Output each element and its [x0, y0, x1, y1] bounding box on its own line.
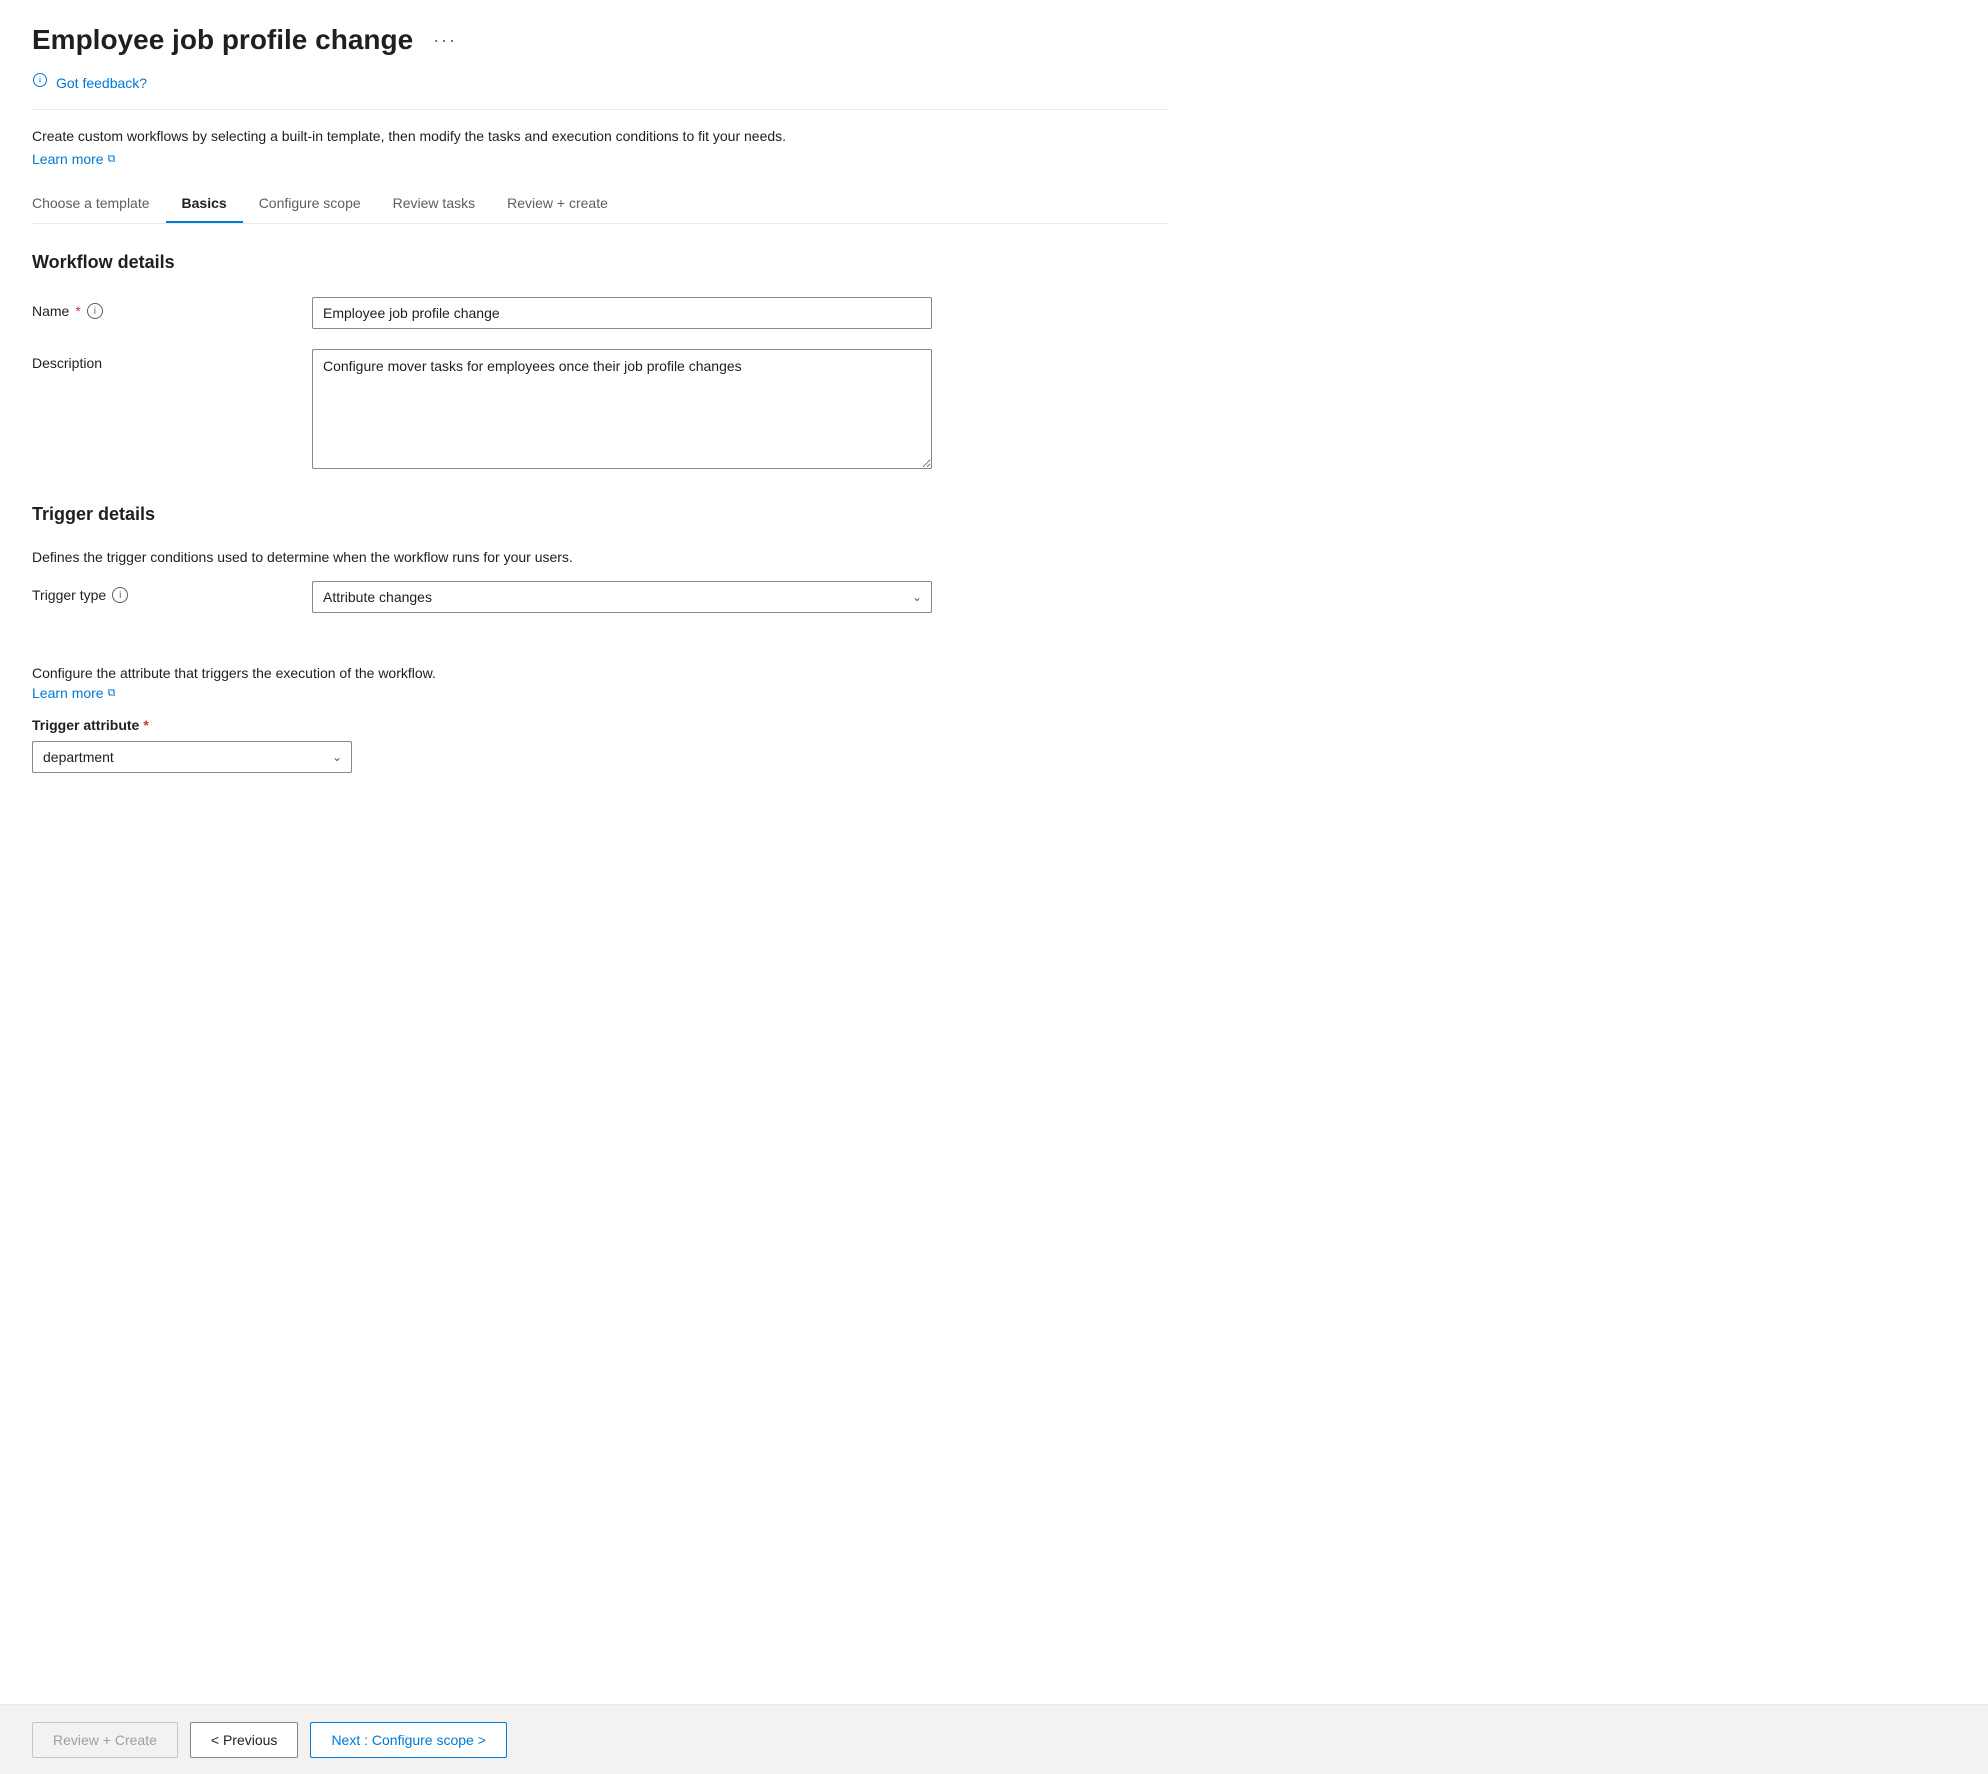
- tab-review-create[interactable]: Review + create: [491, 187, 624, 223]
- tab-review-tasks[interactable]: Review tasks: [377, 187, 491, 223]
- tab-configure-scope[interactable]: Configure scope: [243, 187, 377, 223]
- feedback-icon: [32, 72, 48, 93]
- feedback-row: Got feedback?: [32, 72, 1168, 110]
- description-label: Description: [32, 355, 312, 371]
- workflow-details-title: Workflow details: [32, 252, 1168, 273]
- name-input-col: [312, 297, 932, 329]
- trigger-attribute-select[interactable]: department jobTitle manager officeLocati…: [32, 741, 352, 773]
- feedback-link[interactable]: Got feedback?: [56, 75, 147, 91]
- trigger-type-label: Trigger type i: [32, 587, 312, 603]
- name-input[interactable]: [312, 297, 932, 329]
- intro-description: Create custom workflows by selecting a b…: [32, 126, 1168, 147]
- name-label-col: Name * i: [32, 297, 312, 319]
- footer-bar: Review + Create < Previous Next : Config…: [0, 1704, 1988, 1774]
- review-create-button: Review + Create: [32, 1722, 178, 1758]
- name-info-icon[interactable]: i: [87, 303, 103, 319]
- description-form-row: Description Configure mover tasks for em…: [32, 349, 1168, 472]
- name-label: Name * i: [32, 303, 312, 319]
- previous-button[interactable]: < Previous: [190, 1722, 299, 1758]
- trigger-attr-required-star: *: [143, 717, 148, 733]
- trigger-type-select[interactable]: Attribute changes On-demand Scheduled: [312, 581, 932, 613]
- trigger-description: Defines the trigger conditions used to d…: [32, 549, 1168, 565]
- trigger-details-title: Trigger details: [32, 504, 1168, 525]
- trigger-type-info-icon[interactable]: i: [112, 587, 128, 603]
- description-textarea[interactable]: Configure mover tasks for employees once…: [312, 349, 932, 469]
- next-configure-scope-button[interactable]: Next : Configure scope >: [310, 1722, 506, 1758]
- trigger-type-form-row: Trigger type i Attribute changes On-dema…: [32, 581, 1168, 613]
- description-label-col: Description: [32, 349, 312, 371]
- configure-attr-description: Configure the attribute that triggers th…: [32, 665, 1168, 681]
- external-link-icon: ⧉: [108, 153, 116, 166]
- trigger-external-link-icon: ⧉: [108, 687, 116, 700]
- trigger-type-input-col: Attribute changes On-demand Scheduled ⌄: [312, 581, 932, 613]
- description-input-col: Configure mover tasks for employees once…: [312, 349, 932, 472]
- trigger-type-select-wrapper: Attribute changes On-demand Scheduled ⌄: [312, 581, 932, 613]
- trigger-type-label-col: Trigger type i: [32, 581, 312, 603]
- trigger-attribute-select-wrapper: department jobTitle manager officeLocati…: [32, 741, 352, 773]
- workflow-details-section: Workflow details Name * i Description Co…: [32, 252, 1168, 472]
- page-title-row: Employee job profile change ···: [32, 24, 1168, 56]
- trigger-attribute-section: Trigger attribute * department jobTitle …: [32, 717, 1168, 773]
- name-required-star: *: [75, 303, 80, 319]
- name-form-row: Name * i: [32, 297, 1168, 329]
- tab-basics[interactable]: Basics: [166, 187, 243, 223]
- tab-choose-template[interactable]: Choose a template: [32, 187, 166, 223]
- trigger-learn-more-link[interactable]: Learn more ⧉: [32, 685, 115, 701]
- intro-learn-more-link[interactable]: Learn more ⧉: [32, 151, 115, 167]
- ellipsis-button[interactable]: ···: [425, 26, 465, 55]
- trigger-details-section: Trigger details Defines the trigger cond…: [32, 504, 1168, 773]
- page-title: Employee job profile change: [32, 24, 413, 56]
- trigger-attribute-label: Trigger attribute *: [32, 717, 1168, 733]
- tabs-nav: Choose a template Basics Configure scope…: [32, 187, 1168, 224]
